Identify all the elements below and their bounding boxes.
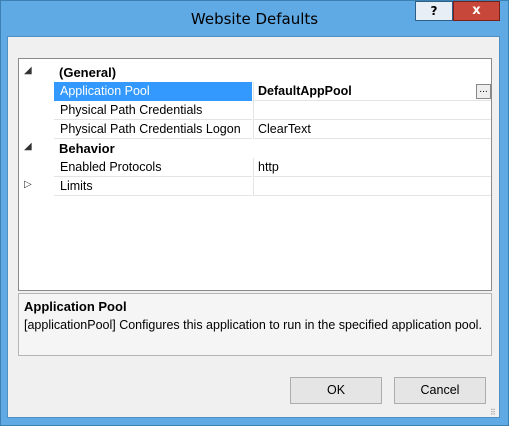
ok-button[interactable]: OK <box>290 377 382 404</box>
category-label: (General) <box>59 65 117 80</box>
collapse-arrow-icon[interactable]: ◢ <box>24 141 36 152</box>
property-value[interactable] <box>253 101 491 120</box>
property-grid[interactable]: ◢ (General) Application Pool DefaultAppP… <box>18 58 492 291</box>
description-text: [applicationPool] Configures this applic… <box>24 318 482 332</box>
category-label: Behavior <box>59 141 115 156</box>
property-row-application-pool[interactable]: Application Pool DefaultAppPool ... <box>19 82 491 101</box>
property-name[interactable]: Enabled Protocols <box>54 158 252 177</box>
property-name[interactable]: Physical Path Credentials Logon <box>54 120 252 139</box>
property-row-physical-path-credentials-logon[interactable]: Physical Path Credentials Logon ClearTex… <box>19 120 491 139</box>
property-value[interactable]: ClearText <box>253 120 491 139</box>
title-bar[interactable]: Website Defaults ? x <box>1 1 508 37</box>
collapse-arrow-icon[interactable]: ◢ <box>24 65 36 76</box>
property-row-enabled-protocols[interactable]: Enabled Protocols http <box>19 158 491 177</box>
close-button[interactable]: x <box>453 1 500 21</box>
description-panel: Application Pool [applicationPool] Confi… <box>18 293 492 356</box>
help-button[interactable]: ? <box>415 1 453 21</box>
property-value[interactable] <box>253 177 491 196</box>
property-value[interactable]: DefaultAppPool <box>253 82 491 101</box>
property-name[interactable]: Application Pool <box>54 82 252 101</box>
property-name[interactable]: Limits <box>54 177 252 196</box>
category-behavior[interactable]: ◢ Behavior <box>19 139 491 158</box>
property-row-physical-path-credentials[interactable]: Physical Path Credentials <box>19 101 491 120</box>
category-general[interactable]: ◢ (General) <box>19 63 491 82</box>
cancel-button[interactable]: Cancel <box>394 377 486 404</box>
browse-ellipsis-button[interactable]: ... <box>476 84 491 99</box>
expand-arrow-icon[interactable]: ▷ <box>24 179 36 190</box>
property-row-limits[interactable]: ▷ Limits <box>19 177 491 196</box>
property-value[interactable]: http <box>253 158 491 177</box>
resize-grip-icon[interactable]: ⠿ <box>490 408 500 418</box>
property-name[interactable]: Physical Path Credentials <box>54 101 252 120</box>
description-title: Application Pool <box>24 299 127 314</box>
